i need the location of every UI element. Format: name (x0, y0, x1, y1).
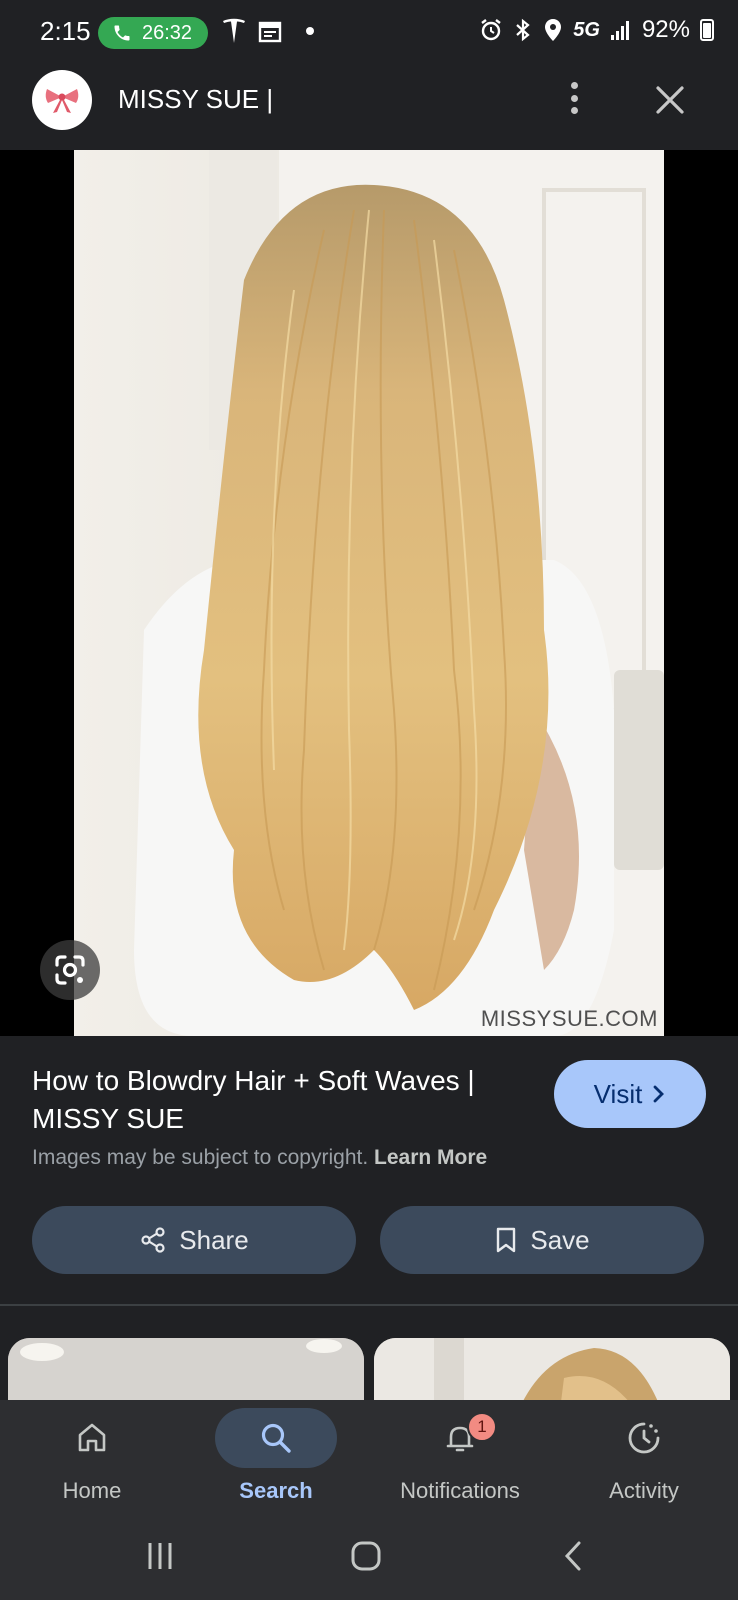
share-button[interactable]: Share (32, 1206, 356, 1274)
save-button[interactable]: Save (380, 1206, 704, 1274)
location-icon (545, 19, 562, 41)
bookmark-icon (497, 1227, 516, 1253)
nav-label: Notifications (400, 1478, 520, 1503)
battery-icon (700, 19, 714, 41)
signal-icon (610, 21, 629, 40)
ongoing-call-chip[interactable]: 26:32 (98, 17, 208, 49)
visit-button[interactable]: Visit (554, 1060, 706, 1128)
tesla-icon (223, 18, 245, 43)
call-timer: 26:32 (142, 21, 193, 44)
close-button[interactable] (650, 80, 690, 120)
nav-icon-container (31, 1408, 153, 1468)
home-circle-icon (351, 1541, 381, 1571)
more-options-button[interactable] (560, 78, 588, 118)
phone-icon (114, 25, 130, 41)
result-image[interactable]: MISSYSUE.COM (74, 150, 664, 1036)
visit-label: Visit (593, 1078, 643, 1109)
status-bar: 2:15 26:32 5G 92% (0, 0, 738, 64)
image-watermark: MISSYSUE.COM (480, 1006, 658, 1031)
home-icon (78, 1423, 106, 1452)
network-type: 5G (573, 18, 600, 41)
hair-photo (74, 150, 664, 1036)
result-info-panel: How to Blowdry Hair + Soft Waves | MISSY… (0, 1036, 738, 1306)
recents-icon (148, 1543, 172, 1569)
nav-label: Activity (609, 1478, 679, 1503)
dot (570, 82, 578, 89)
nav-icon-container (583, 1408, 705, 1468)
nav-notifications[interactable]: 1 Notifications (368, 1400, 552, 1510)
nav-icon-container (215, 1408, 337, 1468)
bottom-navigation: Home Search 1 Notifications Activity (0, 1400, 738, 1510)
related-images (0, 1306, 738, 1400)
recent-apps-button[interactable] (138, 1534, 182, 1578)
share-icon (141, 1227, 165, 1253)
battery-percent: 92% (641, 16, 690, 43)
bluetooth-icon (516, 18, 530, 42)
system-navigation-bar (0, 1510, 738, 1600)
nav-search[interactable]: Search (184, 1400, 368, 1510)
system-status-icons: 5G 92% (479, 16, 714, 44)
notification-badge: 1 (467, 1412, 497, 1442)
lens-icon (55, 955, 85, 985)
related-image-thumbnail[interactable] (374, 1338, 730, 1400)
back-button[interactable] (552, 1534, 596, 1578)
learn-more-link[interactable]: Learn More (374, 1146, 487, 1169)
related-image-thumbnail[interactable] (8, 1338, 364, 1400)
nav-icon-container: 1 (399, 1408, 521, 1468)
calendar-icon (258, 21, 282, 43)
status-time: 2:15 (40, 16, 91, 46)
viewer-header: MISSY SUE | (0, 64, 738, 150)
save-label: Save (530, 1224, 590, 1255)
google-lens-button[interactable] (40, 940, 100, 1000)
site-logo[interactable] (32, 70, 92, 130)
thumbnail-photo (8, 1338, 364, 1400)
copyright-notice: Images may be subject to copyright. Lear… (32, 1146, 487, 1170)
dot (570, 107, 578, 114)
activity-icon (628, 1422, 660, 1454)
share-label: Share (179, 1224, 249, 1255)
close-icon (656, 86, 684, 114)
back-icon (564, 1541, 581, 1571)
search-icon (261, 1423, 291, 1453)
chevron-right-icon (653, 1085, 665, 1103)
nav-home[interactable]: Home (0, 1400, 184, 1510)
copyright-text: Images may be subject to copyright. (32, 1146, 369, 1169)
nav-activity[interactable]: Activity (552, 1400, 736, 1510)
nav-label: Search (239, 1478, 313, 1503)
alarm-icon (481, 19, 501, 41)
image-viewer[interactable]: MISSYSUE.COM (0, 150, 738, 1036)
notification-icons (222, 18, 314, 44)
dot (570, 94, 578, 102)
nav-label: Home (62, 1478, 122, 1503)
thumbnail-photo (374, 1338, 730, 1400)
result-title[interactable]: How to Blowdry Hair + Soft Waves | MISSY… (32, 1062, 532, 1138)
site-title: MISSY SUE | (118, 84, 274, 114)
bow-icon (45, 89, 79, 113)
home-button[interactable] (344, 1534, 388, 1578)
more-notifications-dot-icon (306, 27, 314, 35)
